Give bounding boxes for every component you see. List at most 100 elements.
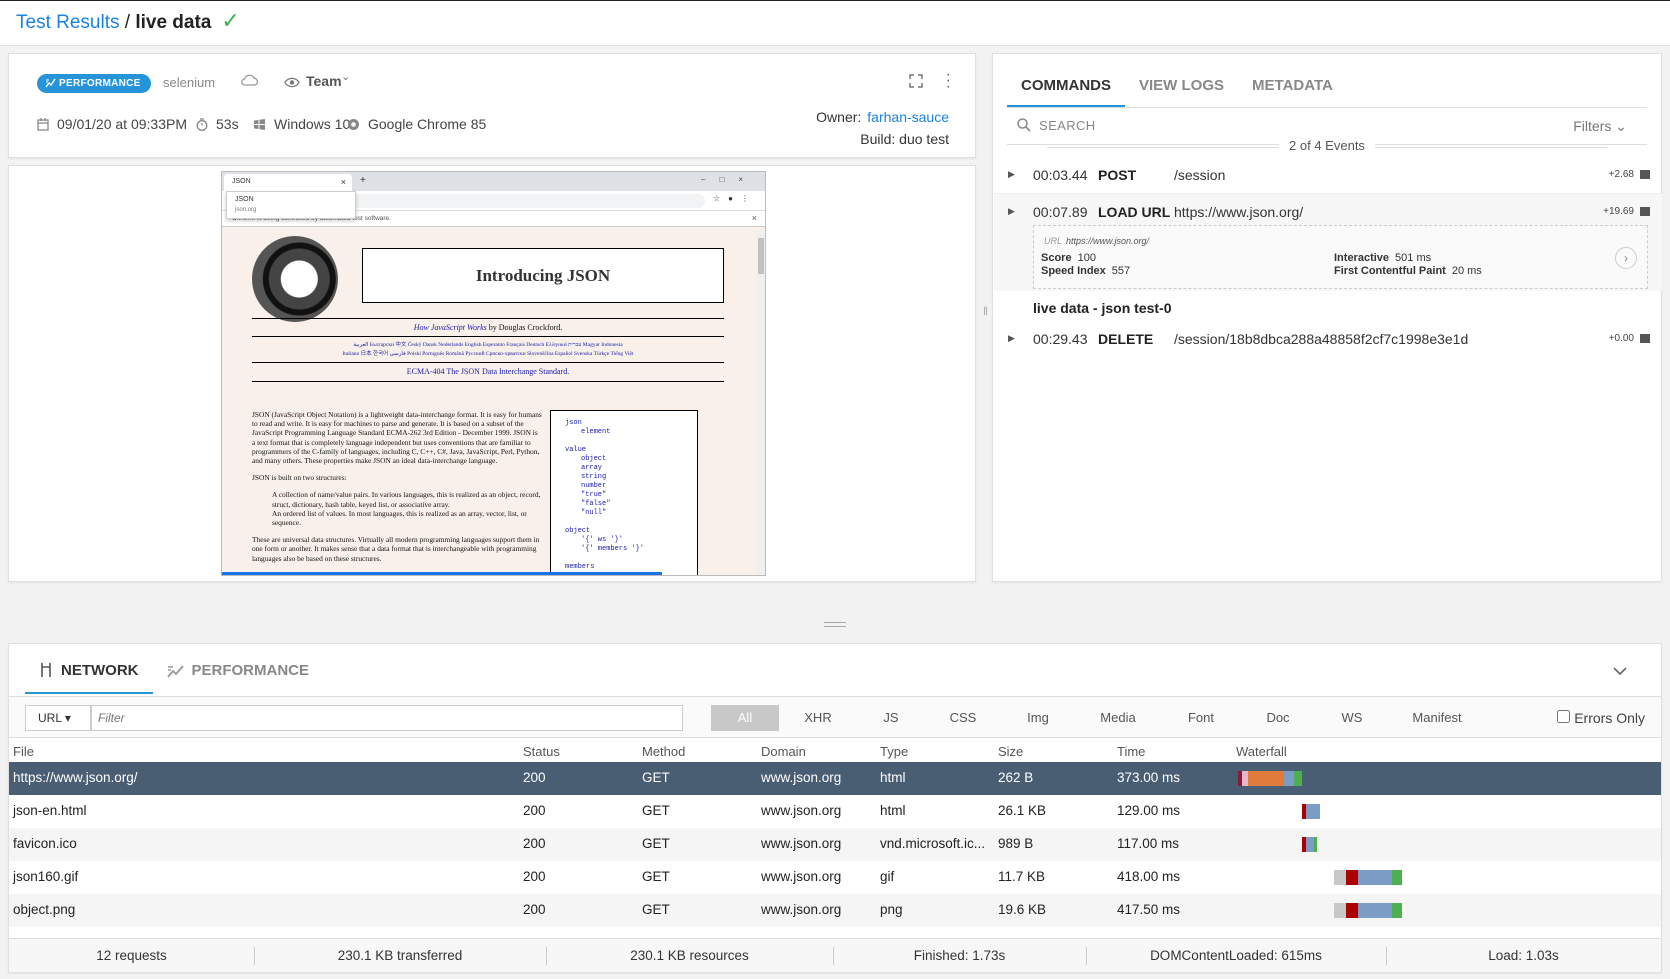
visibility-selector[interactable]: Team: [284, 73, 342, 89]
cell-type: png: [880, 902, 903, 917]
expand-triangle-icon[interactable]: ▶: [1008, 169, 1015, 180]
column-header[interactable]: Time: [1117, 744, 1145, 759]
suggestion-title: JSON: [235, 196, 254, 203]
type-filter-all[interactable]: All: [711, 705, 779, 731]
command-group-title: live data - json test-0: [1033, 300, 1172, 316]
column-header[interactable]: Waterfall: [1236, 744, 1287, 759]
column-header[interactable]: Size: [998, 744, 1023, 759]
type-filter-ws[interactable]: WS: [1315, 705, 1389, 731]
grammar-line: object: [581, 455, 607, 463]
command-delta: +0.00: [1608, 333, 1634, 344]
tab-view-logs[interactable]: VIEW LOGS: [1125, 72, 1238, 107]
column-header[interactable]: File: [13, 744, 34, 759]
type-filter-font[interactable]: Font: [1161, 705, 1241, 731]
type-filter-js[interactable]: JS: [857, 705, 925, 731]
expand-triangle-icon[interactable]: ▶: [1008, 206, 1015, 217]
column-header[interactable]: Type: [880, 744, 908, 759]
screenshot-icon[interactable]: [1640, 170, 1650, 179]
errors-only-checkbox[interactable]: [1557, 710, 1571, 723]
browser-tab-close-icon: ×: [340, 177, 346, 187]
filters-dropdown[interactable]: Filters ⌄: [1573, 118, 1627, 135]
command-time: 00:29.43: [1033, 331, 1088, 347]
cell-status: 200: [523, 770, 546, 785]
tab-performance[interactable]: PERFORMANCE: [153, 654, 324, 694]
summary-load: Load: 1.03s: [1488, 948, 1559, 963]
table-row[interactable]: json-en.html 200 GET www.json.org html 2…: [9, 795, 1661, 828]
os-meta: Windows 10: [253, 116, 350, 132]
collapse-chevron-icon[interactable]: [1613, 664, 1627, 678]
type-filter-doc[interactable]: Doc: [1241, 705, 1315, 731]
os-label: Windows 10: [274, 116, 351, 132]
url-select[interactable]: URL ▾: [25, 705, 91, 731]
network-icon: [41, 663, 51, 677]
commands-search-input[interactable]: [1039, 118, 1339, 133]
command-row[interactable]: ▶ 00:03.44 POST /session +2.68: [994, 157, 1662, 194]
type-filter-css[interactable]: CSS: [925, 705, 1001, 731]
panel-resize-handle[interactable]: ‖: [983, 304, 988, 318]
performance-badge: PERFORMANCE: [37, 74, 151, 93]
type-filter-manifest[interactable]: Manifest: [1389, 705, 1485, 731]
metric-value: 501 ms: [1395, 252, 1432, 264]
visibility-chevron-down-icon[interactable]: ⌄: [341, 70, 350, 83]
errors-only-toggle[interactable]: Errors Only: [1557, 710, 1645, 726]
metric-value: 100: [1077, 252, 1096, 264]
waterfall-bar: [1334, 870, 1402, 885]
detail-next-icon[interactable]: ›: [1615, 247, 1637, 269]
cell-size: 26.1 KB: [998, 803, 1047, 818]
table-row[interactable]: object.png 200 GET www.json.org png 19.6…: [9, 894, 1661, 927]
fullscreen-icon[interactable]: [909, 74, 923, 93]
type-filter-media[interactable]: Media: [1075, 705, 1161, 731]
command-time: 00:03.44: [1033, 167, 1088, 183]
byline: How JavaScript Works by Douglas Crockfor…: [252, 323, 724, 332]
vertical-resize-handle[interactable]: [824, 622, 846, 627]
expand-triangle-icon[interactable]: ▶: [1008, 333, 1015, 344]
tab-metadata[interactable]: METADATA: [1238, 72, 1347, 107]
column-header[interactable]: Status: [523, 744, 560, 759]
fcp-metric: First Contentful Paint 20 ms: [1334, 265, 1482, 277]
cell-size: 262 B: [998, 770, 1034, 785]
caret-down-icon: ▾: [64, 711, 71, 725]
new-tab-icon: +: [360, 175, 366, 186]
summary-transferred: 230.1 KB transferred: [337, 948, 463, 963]
network-filter-input[interactable]: [91, 705, 683, 731]
event-count: 2 of 4 Events: [1007, 138, 1647, 153]
divider: [252, 336, 724, 337]
cell-time: 417.50 ms: [1117, 902, 1181, 917]
cell-domain: www.json.org: [761, 902, 842, 917]
command-path: /session: [1174, 167, 1226, 183]
column-header[interactable]: Method: [642, 744, 685, 759]
more-options-icon[interactable]: · · ·: [946, 67, 951, 95]
column-header[interactable]: Domain: [761, 744, 806, 759]
table-row[interactable]: json160.gif 200 GET www.json.org gif 11.…: [9, 861, 1661, 894]
grammar-line: object: [565, 527, 591, 535]
metric-label: First Contentful Paint: [1334, 265, 1446, 277]
cell-status: 200: [523, 902, 546, 917]
browser-meta: Google Chrome 85: [347, 116, 486, 132]
grammar-box: json element value object array string n…: [550, 410, 698, 575]
duration-label: 53s: [216, 116, 239, 132]
windows-icon: [254, 119, 265, 130]
screenshot-icon[interactable]: [1640, 207, 1650, 216]
owner-link[interactable]: farhan-sauce: [867, 109, 949, 125]
tab-commands[interactable]: COMMANDS: [1007, 72, 1125, 107]
suggestion-url: json.org: [235, 207, 257, 213]
eye-icon: [284, 77, 300, 88]
performance-detail: URL https://www.json.org/ Score 100 Speed …: [1033, 225, 1648, 289]
table-row[interactable]: https://www.json.org/ 200 GET www.json.o…: [9, 762, 1661, 795]
waterfall-bar: [1302, 837, 1317, 852]
cell-time: 129.00 ms: [1117, 803, 1181, 818]
screenshot-browser[interactable]: JSON× + –□× ☆●⋮ Chrome is being controll…: [221, 171, 766, 576]
breadcrumb-test-results-link[interactable]: Test Results: [16, 12, 119, 33]
grammar-line: members: [565, 563, 595, 571]
command-row[interactable]: ▶ 00:29.43 DELETE /session/18b8dbca288a4…: [994, 321, 1662, 358]
cell-domain: www.json.org: [761, 836, 842, 851]
type-filter-xhr[interactable]: XHR: [779, 705, 857, 731]
page-scrollbar: [757, 230, 765, 575]
tab-network[interactable]: NETWORK: [25, 654, 153, 694]
table-row[interactable]: favicon.ico 200 GET www.json.org vnd.mic…: [9, 828, 1661, 861]
page-body: JSON (JavaScript Object Notation) is a l…: [252, 410, 542, 571]
network-panel: NETWORK PERFORMANCE URL ▾ All XHR JS CSS…: [8, 643, 1662, 973]
grammar-line: "null": [581, 509, 607, 517]
type-filter-img[interactable]: Img: [1001, 705, 1075, 731]
screenshot-icon[interactable]: [1640, 334, 1650, 343]
